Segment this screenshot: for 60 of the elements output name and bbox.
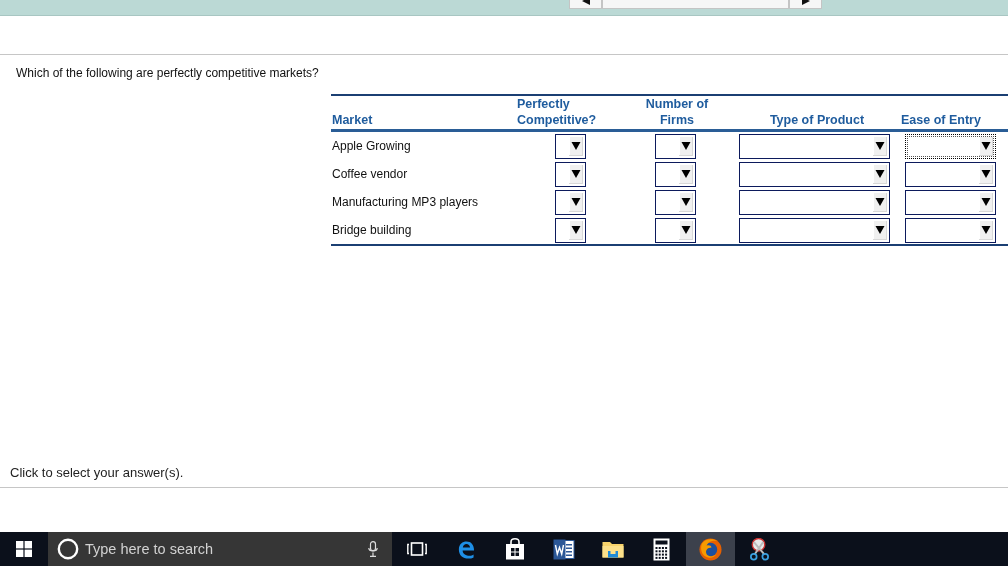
answer-dropdown[interactable]	[739, 189, 890, 215]
dropdown-arrow-icon	[569, 192, 583, 212]
scissors-icon	[748, 537, 771, 561]
column-header: Ease of Entry	[901, 112, 981, 128]
folder-icon	[601, 540, 624, 558]
shopping-bag-icon	[504, 538, 525, 560]
dropdown-arrow-icon	[979, 192, 993, 212]
caret-right-icon	[801, 0, 810, 5]
dropdown-arrow-icon	[679, 164, 693, 184]
answer-dropdown[interactable]	[905, 133, 996, 159]
question-text: Which of the following are perfectly competitive markets?	[15, 66, 319, 80]
answer-dropdown[interactable]	[905, 189, 996, 215]
market-name: Manufacturing MP3 players	[331, 195, 479, 209]
dropdown-arrow-icon	[979, 220, 993, 240]
round-logo-icon	[699, 537, 722, 561]
dropdown-arrow-icon	[873, 192, 887, 212]
column-header: Number of Firms	[644, 96, 710, 128]
instruction-text: Click to select your answer(s).	[9, 466, 184, 480]
market-name: Apple Growing	[331, 139, 411, 153]
browser-taskbar-button[interactable]	[686, 532, 735, 566]
answer-dropdown[interactable]	[655, 133, 696, 159]
calculator-icon	[653, 537, 670, 561]
answer-dropdown[interactable]	[739, 217, 890, 243]
caret-left-icon	[581, 0, 590, 5]
dropdown-arrow-icon	[679, 192, 693, 212]
dropdown-arrow-icon	[979, 164, 993, 184]
next-button[interactable]	[789, 0, 822, 9]
dropdown-arrow-icon	[569, 136, 583, 156]
dropdown-arrow-icon	[679, 136, 693, 156]
answer-dropdown[interactable]	[555, 189, 586, 215]
answer-dropdown[interactable]	[739, 133, 890, 159]
search-field[interactable]: Type here to search	[48, 532, 392, 566]
answer-dropdown[interactable]	[555, 161, 586, 187]
market-name: Coffee vendor	[331, 167, 408, 181]
dropdown-arrow-icon	[873, 136, 887, 156]
answer-dropdown[interactable]	[905, 217, 996, 243]
column-header: Type of Product	[769, 112, 865, 128]
answer-dropdown[interactable]	[555, 217, 586, 243]
dropdown-arrow-icon	[569, 220, 583, 240]
document-app-icon	[552, 538, 575, 560]
market-name: Bridge building	[331, 223, 412, 237]
answer-dropdown[interactable]	[655, 189, 696, 215]
column-header: Perfectly Competitive?	[517, 96, 598, 128]
dropdown-arrow-icon	[873, 164, 887, 184]
microphone-icon	[368, 541, 378, 557]
column-header: Market	[332, 112, 373, 128]
answer-dropdown[interactable]	[555, 133, 586, 159]
answer-dropdown[interactable]	[655, 217, 696, 243]
four-pane-logo-icon	[16, 541, 32, 557]
answer-dropdown[interactable]	[905, 161, 996, 187]
previous-button[interactable]	[569, 0, 602, 9]
dropdown-arrow-icon	[569, 164, 583, 184]
dropdown-arrow-icon	[873, 220, 887, 240]
answer-dropdown[interactable]	[655, 161, 696, 187]
dropdown-arrow-icon	[979, 136, 993, 156]
ring-icon	[57, 538, 79, 560]
task-view-icon	[406, 542, 427, 556]
dropdown-arrow-icon	[679, 220, 693, 240]
answer-dropdown[interactable]	[739, 161, 890, 187]
e-logo-icon	[456, 539, 475, 559]
